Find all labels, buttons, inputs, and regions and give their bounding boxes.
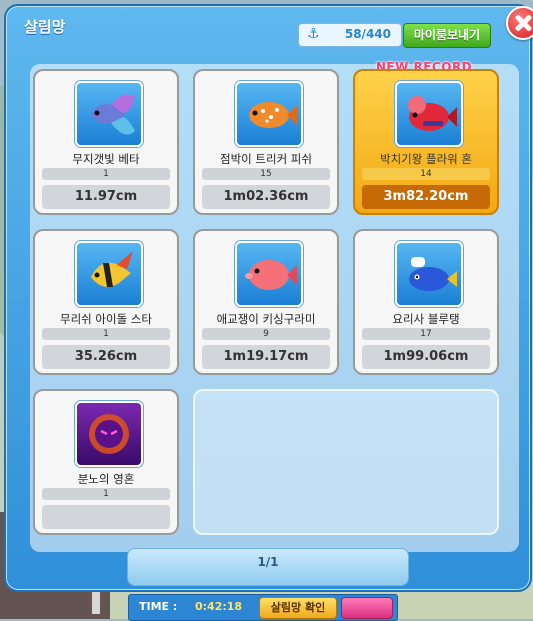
fish-card-record[interactable]: 박치기왕 플라워 혼 14 3m82.20cm <box>353 69 499 215</box>
fish-card[interactable]: 점박이 트리커 피쉬 15 1m02.36cm <box>193 69 339 215</box>
fish-name: 무지갯빛 베타 <box>72 152 140 166</box>
fish-count: 15 <box>202 168 330 180</box>
fish-count: 1 <box>42 488 170 500</box>
spotted-triggerfish-icon <box>235 81 303 147</box>
empty-slots <box>193 389 499 535</box>
close-icon[interactable] <box>506 6 533 40</box>
fishing-status-bar: TIME : 0:42:18 살림망 확인 <box>128 594 398 621</box>
hook-icon: ⚓ <box>307 26 320 42</box>
fish-count: 9 <box>202 328 330 340</box>
window-titlebar[interactable]: 살림망 ⚓ 58/440 마이룸보내기 <box>6 6 530 48</box>
fish-count: 14 <box>362 168 490 180</box>
fish-size: 35.26cm <box>42 345 170 369</box>
time-label: TIME : <box>139 600 178 613</box>
fish-size <box>42 505 170 529</box>
fish-card[interactable]: 요리사 블루탱 17 1m99.06cm <box>353 229 499 375</box>
rainbow-betta-icon <box>75 81 143 147</box>
angry-spirit-icon <box>75 401 143 467</box>
catch-count-box: ⚓ 58/440 <box>298 23 402 47</box>
send-to-myroom-button[interactable]: 마이룸보내기 <box>403 23 491 48</box>
fish-name: 점박이 트리커 피쉬 <box>220 152 312 166</box>
fish-card[interactable]: 무리쉬 아이돌 스타 1 35.26cm <box>33 229 179 375</box>
fish-card[interactable]: 애교쟁이 키싱구라미 9 1m19.17cm <box>193 229 339 375</box>
fish-name: 요리사 블루탱 <box>392 312 460 326</box>
flowerhorn-icon <box>395 81 463 147</box>
kissing-gourami-icon <box>235 241 303 307</box>
fish-size: 1m19.17cm <box>202 345 330 369</box>
fish-size: 1m99.06cm <box>362 345 490 369</box>
catch-count: 58/440 <box>344 27 391 41</box>
fish-card[interactable]: 무지갯빛 베타 1 11.97cm <box>33 69 179 215</box>
moorish-idol-icon <box>75 241 143 307</box>
fish-size: 3m82.20cm <box>362 185 490 209</box>
fish-name: 애교쟁이 키싱구라미 <box>216 312 316 326</box>
keep-net-confirm-button[interactable]: 살림망 확인 <box>259 597 337 619</box>
fish-name: 박치기왕 플라워 혼 <box>380 152 472 166</box>
fish-size: 1m02.36cm <box>202 185 330 209</box>
fish-name: 무리쉬 아이돌 스타 <box>60 312 152 326</box>
fish-count: 1 <box>42 328 170 340</box>
time-value: 0:42:18 <box>195 600 243 613</box>
fish-size: 11.97cm <box>42 185 170 209</box>
pagination: 1/1 <box>127 548 409 586</box>
chef-blue-tang-icon <box>395 241 463 307</box>
fish-card[interactable]: 분노의 영혼 1 <box>33 389 179 535</box>
fish-count: 17 <box>362 328 490 340</box>
fishing-hook-button[interactable] <box>341 597 393 619</box>
window-title: 살림망 <box>24 18 66 36</box>
fish-count: 1 <box>42 168 170 180</box>
page-indicator: 1/1 <box>257 555 279 569</box>
fish-name: 분노의 영혼 <box>77 472 135 486</box>
